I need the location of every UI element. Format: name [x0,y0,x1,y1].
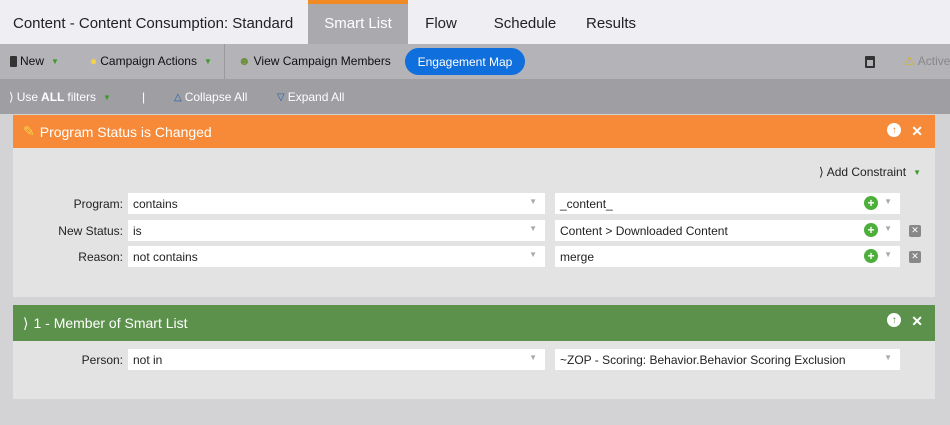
chevron-down-icon: ▼ [884,224,892,233]
use-all-filters-dropdown[interactable]: ⟩ Use ALL filters ▼ [9,90,111,104]
toolbar-divider [224,44,225,79]
chevron-down-icon: ▼ [529,197,537,206]
add-icon[interactable]: + [864,223,878,237]
pencil-icon: ✎ [23,123,35,139]
delete-constraint-icon[interactable]: ✕ [909,250,921,263]
engagement-map-button[interactable]: Engagement Map [405,48,525,75]
chevron-down-icon: ▼ [884,197,892,206]
value-input[interactable]: Content > Downloaded Content + ▼ [555,220,900,241]
filter-icon: ⟩ [9,90,14,104]
constraint-row-program: Program: contains ▼ _content_ + ▼ [13,193,900,214]
document-icon [10,55,17,67]
tab-flow[interactable]: Flow [410,0,472,44]
move-up-icon[interactable]: ↑ [887,123,902,137]
chevron-down-icon: ▼ [51,56,59,66]
operator-select[interactable]: is ▼ [128,220,545,241]
campaign-title: Content - Content Consumption: Standard [13,15,294,32]
tab-results[interactable]: Results [578,0,644,44]
new-button[interactable]: New ▼ [10,54,59,68]
value-input[interactable]: merge + ▼ [555,246,900,267]
triangle-down-icon: ▽ [277,91,285,103]
chevron-down-icon: ▼ [913,167,921,177]
triangle-up-icon: △ [174,91,182,103]
value-select[interactable]: ~ZOP - Scoring: Behavior.Behavior Scorin… [555,349,900,370]
filter-member-of-smart-list: ⟩ 1 - Member of Smart List ↑ ✕ Person: no… [13,305,935,399]
lightbulb-icon: ● [90,54,98,68]
filter-header[interactable]: ✎ Program Status is Changed ↑ ✕ [13,115,935,148]
chevron-down-icon: ▼ [884,250,892,259]
filter-icon: ⟩ [819,165,824,179]
add-constraint-button[interactable]: ⟩ Add Constraint ▼ [819,165,921,179]
close-icon[interactable]: ✕ [911,313,923,330]
value-input[interactable]: _content_ + ▼ [555,193,900,214]
chevron-down-icon: ▼ [103,92,111,102]
move-up-icon[interactable]: ↑ [887,313,902,327]
tab-smart-list[interactable]: Smart List [308,0,408,44]
chevron-down-icon: ▼ [203,56,212,66]
delete-constraint-icon[interactable]: ✕ [909,224,921,237]
chevron-down-icon: ▼ [884,353,892,362]
collapse-all-button[interactable]: △ Collapse All [174,90,247,104]
filter-program-status-changed: ✎ Program Status is Changed ↑ ✕ ⟩ Add Cons… [13,115,935,297]
tab-schedule[interactable]: Schedule [480,0,570,44]
operator-select[interactable]: not in ▼ [128,349,545,370]
constraint-row-person: Person: not in ▼ ~ZOP - Scoring: Behavior… [13,349,900,370]
view-campaign-members-button[interactable]: ☻ View Campaign Members [238,54,391,68]
filter-title: Program Status is Changed [39,123,212,140]
add-icon[interactable]: + [864,196,878,210]
add-icon[interactable]: + [864,249,878,263]
people-icon: ☻ [238,54,251,68]
warning-icon: ⚠ [904,54,915,68]
filter-header[interactable]: ⟩ 1 - Member of Smart List ↑ ✕ [13,305,935,341]
close-icon[interactable]: ✕ [911,123,923,140]
chevron-down-icon: ▼ [529,224,537,233]
operator-select[interactable]: contains ▼ [128,193,545,214]
constraint-row-new-status: New Status: is ▼ Content > Downloaded Con… [13,220,921,241]
chevron-down-icon: ▼ [529,250,537,259]
window-icon[interactable] [865,56,875,68]
chevron-down-icon: ▼ [529,353,537,362]
filter-icon: ⟩ [23,314,29,331]
filter-title: 1 - Member of Smart List [33,315,188,331]
constraint-row-reason: Reason: not contains ▼ merge + ▼ ✕ [13,246,921,267]
separator: | [142,90,146,104]
active-status[interactable]: ⚠ Active [904,54,950,68]
campaign-actions-button[interactable]: ● Campaign Actions ▼ [90,54,212,68]
operator-select[interactable]: not contains ▼ [128,246,545,267]
expand-all-button[interactable]: ▽ Expand All [277,90,344,104]
